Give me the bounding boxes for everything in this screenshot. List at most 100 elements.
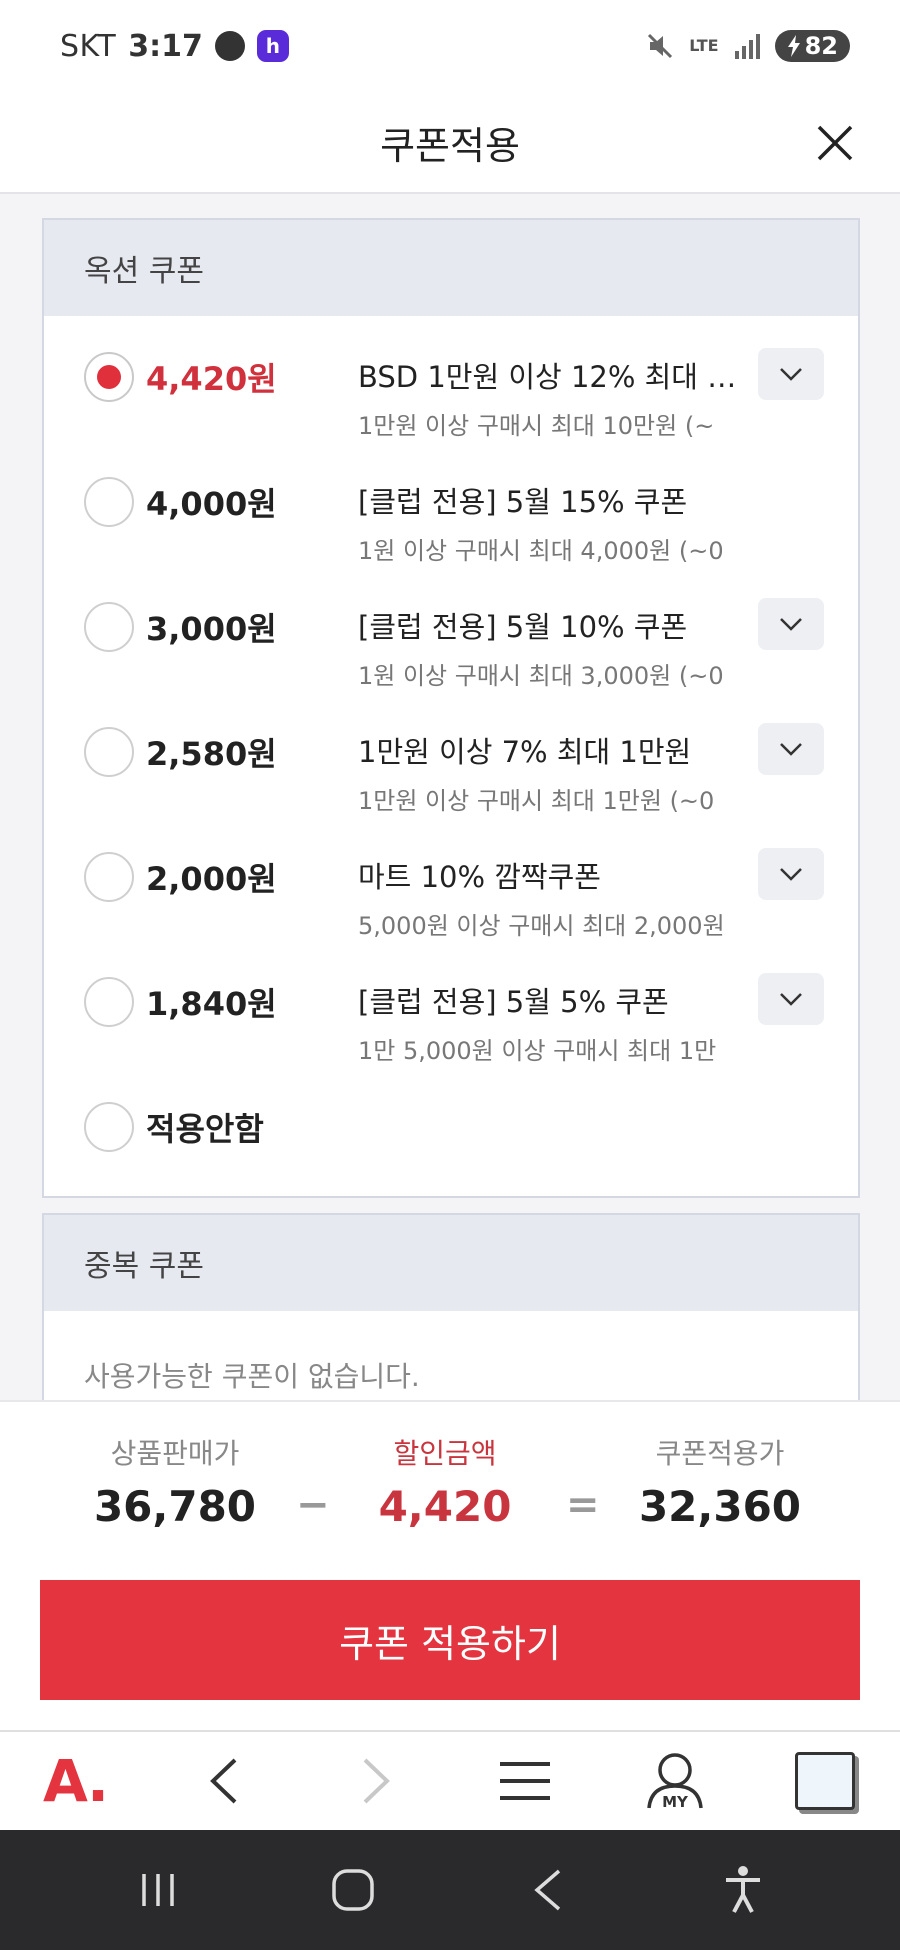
coupon-expand-button[interactable] — [758, 723, 824, 775]
coupon-expand-button[interactable] — [758, 848, 824, 900]
final-price-block: 쿠폰적용가 32,360 — [620, 1432, 820, 1531]
close-icon — [817, 125, 853, 161]
my-page-button[interactable]: MY — [630, 1741, 720, 1821]
status-right: LTE 82 — [645, 30, 850, 62]
coupon-amount: 2,000원 — [146, 860, 277, 898]
recents-button[interactable] — [113, 1850, 203, 1930]
no-coupon-label: 적용안함 — [146, 1110, 264, 1148]
coupon-title: 1만원 이상 7% 최대 1만원 — [358, 735, 692, 769]
chevron-down-icon — [780, 993, 802, 1006]
charging-icon — [787, 35, 800, 57]
clock: 3:17 — [128, 28, 203, 64]
price-summary: 상품판매가 36,780 − 할인금액 4,420 = 쿠폰적용가 32,360… — [0, 1400, 900, 1730]
chevron-left-icon — [210, 1758, 237, 1804]
recents-icon — [141, 1874, 174, 1906]
coupon-amount: 1,840원 — [146, 985, 277, 1023]
system-nav-bar — [0, 1830, 900, 1950]
coupon-radio[interactable] — [84, 602, 134, 652]
coupon-row[interactable]: 2,000원 마트 10% 깜짝쿠폰 5,000원 이상 구매시 최대 2,000원 — [44, 832, 858, 957]
coupon-amount: 4,420원 — [146, 360, 277, 398]
browser-toolbar: A. MY — [0, 1730, 900, 1830]
battery-indicator: 82 — [774, 30, 850, 62]
forward-button[interactable] — [330, 1741, 420, 1821]
coupon-title: BSD 1만원 이상 12% 최대 1… — [358, 360, 746, 394]
coupon-radio[interactable] — [84, 852, 134, 902]
coupon-description: 1원 이상 구매시 최대 3,000원 (~0 — [358, 662, 724, 690]
home-logo-button[interactable]: A. — [30, 1741, 120, 1821]
signal-icon — [734, 34, 760, 59]
coupon-row[interactable]: 3,000원 [클럽 전용] 5월 10% 쿠폰 1원 이상 구매시 최대 3,00… — [44, 582, 858, 707]
hamburger-icon — [500, 1762, 550, 1800]
dialog-header: 쿠폰적용 — [0, 92, 900, 194]
coupon-title: [클럽 전용] 5월 15% 쿠폰 — [358, 485, 688, 519]
app-badge-icon: h — [256, 30, 289, 62]
menu-button[interactable] — [480, 1741, 570, 1821]
mute-icon — [648, 33, 673, 59]
accessibility-button[interactable] — [698, 1850, 788, 1930]
back-icon — [533, 1869, 560, 1911]
status-bar: SKT 3:17 h LTE 82 — [0, 0, 900, 92]
coupon-description: 1만원 이상 구매시 최대 10만원 (~ — [358, 412, 715, 440]
coupon-description: 1만원 이상 구매시 최대 1만원 (~0 — [358, 787, 715, 815]
discount-block: 할인금액 4,420 — [350, 1432, 540, 1531]
status-left: SKT 3:17 h — [60, 29, 289, 64]
coupon-description: 1만 5,000원 이상 구매시 최대 1만 — [358, 1037, 717, 1065]
user-icon: MY — [647, 1753, 703, 1811]
back-button[interactable] — [180, 1741, 270, 1821]
coupon-radio[interactable] — [84, 1102, 134, 1152]
discount-label: 할인금액 — [393, 1437, 497, 1470]
chevron-down-icon — [780, 618, 802, 631]
discount-value: 4,420 — [378, 1482, 512, 1531]
coupon-row[interactable]: 2,580원 1만원 이상 7% 최대 1만원 1만원 이상 구매시 최대 1만원 … — [44, 707, 858, 832]
apply-coupon-button[interactable]: 쿠폰 적용하기 — [40, 1580, 860, 1700]
option-coupon-section: 옥션 쿠폰 4,420원 BSD 1만원 이상 12% 최대 1… 1만원 이상 구… — [42, 218, 860, 1198]
coupon-radio[interactable] — [84, 727, 134, 777]
coupon-amount: 4,000원 — [146, 485, 277, 523]
final-price-label: 쿠폰적용가 — [655, 1437, 785, 1470]
final-price-value: 32,360 — [638, 1482, 802, 1531]
coupon-expand-button[interactable] — [758, 973, 824, 1025]
system-back-button[interactable] — [503, 1850, 593, 1930]
coupon-list: 4,420원 BSD 1만원 이상 12% 최대 1… 1만원 이상 구매시 최대 … — [44, 316, 858, 1082]
chevron-down-icon — [780, 368, 802, 381]
home-button[interactable] — [308, 1850, 398, 1930]
chevron-down-icon — [780, 868, 802, 881]
tabs-button[interactable] — [780, 1741, 870, 1821]
coupon-description: 1원 이상 구매시 최대 4,000원 (~0 — [358, 537, 724, 565]
minus-sign: − — [296, 1482, 330, 1528]
chevron-right-icon — [363, 1758, 390, 1804]
coupon-row[interactable]: 1,840원 [클럽 전용] 5월 5% 쿠폰 1만 5,000원 이상 구매시 최… — [44, 957, 858, 1082]
coupon-none-row[interactable]: 적용안함 — [44, 1082, 858, 1192]
tab-thumbnail — [795, 1752, 855, 1810]
duplicate-coupon-section: 중복 쿠폰 사용가능한 쿠폰이 없습니다. — [42, 1213, 860, 1413]
coupon-amount: 2,580원 — [146, 735, 277, 773]
coupon-row[interactable]: 4,000원 [클럽 전용] 5월 15% 쿠폰 1원 이상 구매시 최대 4,00… — [44, 457, 858, 582]
section-title: 옥션 쿠폰 — [44, 220, 858, 316]
coupon-radio[interactable] — [84, 477, 134, 527]
coupon-expand-button[interactable] — [758, 598, 824, 650]
app-notification-icon — [214, 31, 245, 61]
section-title: 중복 쿠폰 — [44, 1215, 858, 1311]
coupon-radio[interactable] — [84, 977, 134, 1027]
my-label: MY — [662, 1793, 689, 1811]
page-title: 쿠폰적용 — [380, 123, 520, 168]
coupon-amount: 3,000원 — [146, 610, 277, 648]
chevron-down-icon — [780, 743, 802, 756]
auction-logo: A. — [43, 1747, 109, 1815]
close-button[interactable] — [808, 116, 862, 170]
coupon-title: 마트 10% 깜짝쿠폰 — [358, 860, 601, 894]
coupon-radio-selected[interactable] — [84, 352, 134, 402]
sale-price-block: 상품판매가 36,780 — [80, 1432, 270, 1531]
accessibility-icon — [725, 1866, 760, 1913]
home-icon — [331, 1869, 374, 1911]
coupon-row[interactable]: 4,420원 BSD 1만원 이상 12% 최대 1… 1만원 이상 구매시 최대 … — [44, 332, 858, 457]
carrier-label: SKT — [60, 28, 117, 64]
battery-level: 82 — [804, 32, 838, 60]
coupon-title: [클럽 전용] 5월 5% 쿠폰 — [358, 985, 669, 1019]
coupon-description: 5,000원 이상 구매시 최대 2,000원 — [358, 912, 725, 940]
equals-sign: = — [566, 1482, 600, 1528]
sale-price-label: 상품판매가 — [110, 1437, 240, 1470]
coupon-expand-button[interactable] — [758, 348, 824, 400]
lte-indicator: LTE — [689, 36, 719, 55]
sale-price-value: 36,780 — [93, 1482, 257, 1531]
